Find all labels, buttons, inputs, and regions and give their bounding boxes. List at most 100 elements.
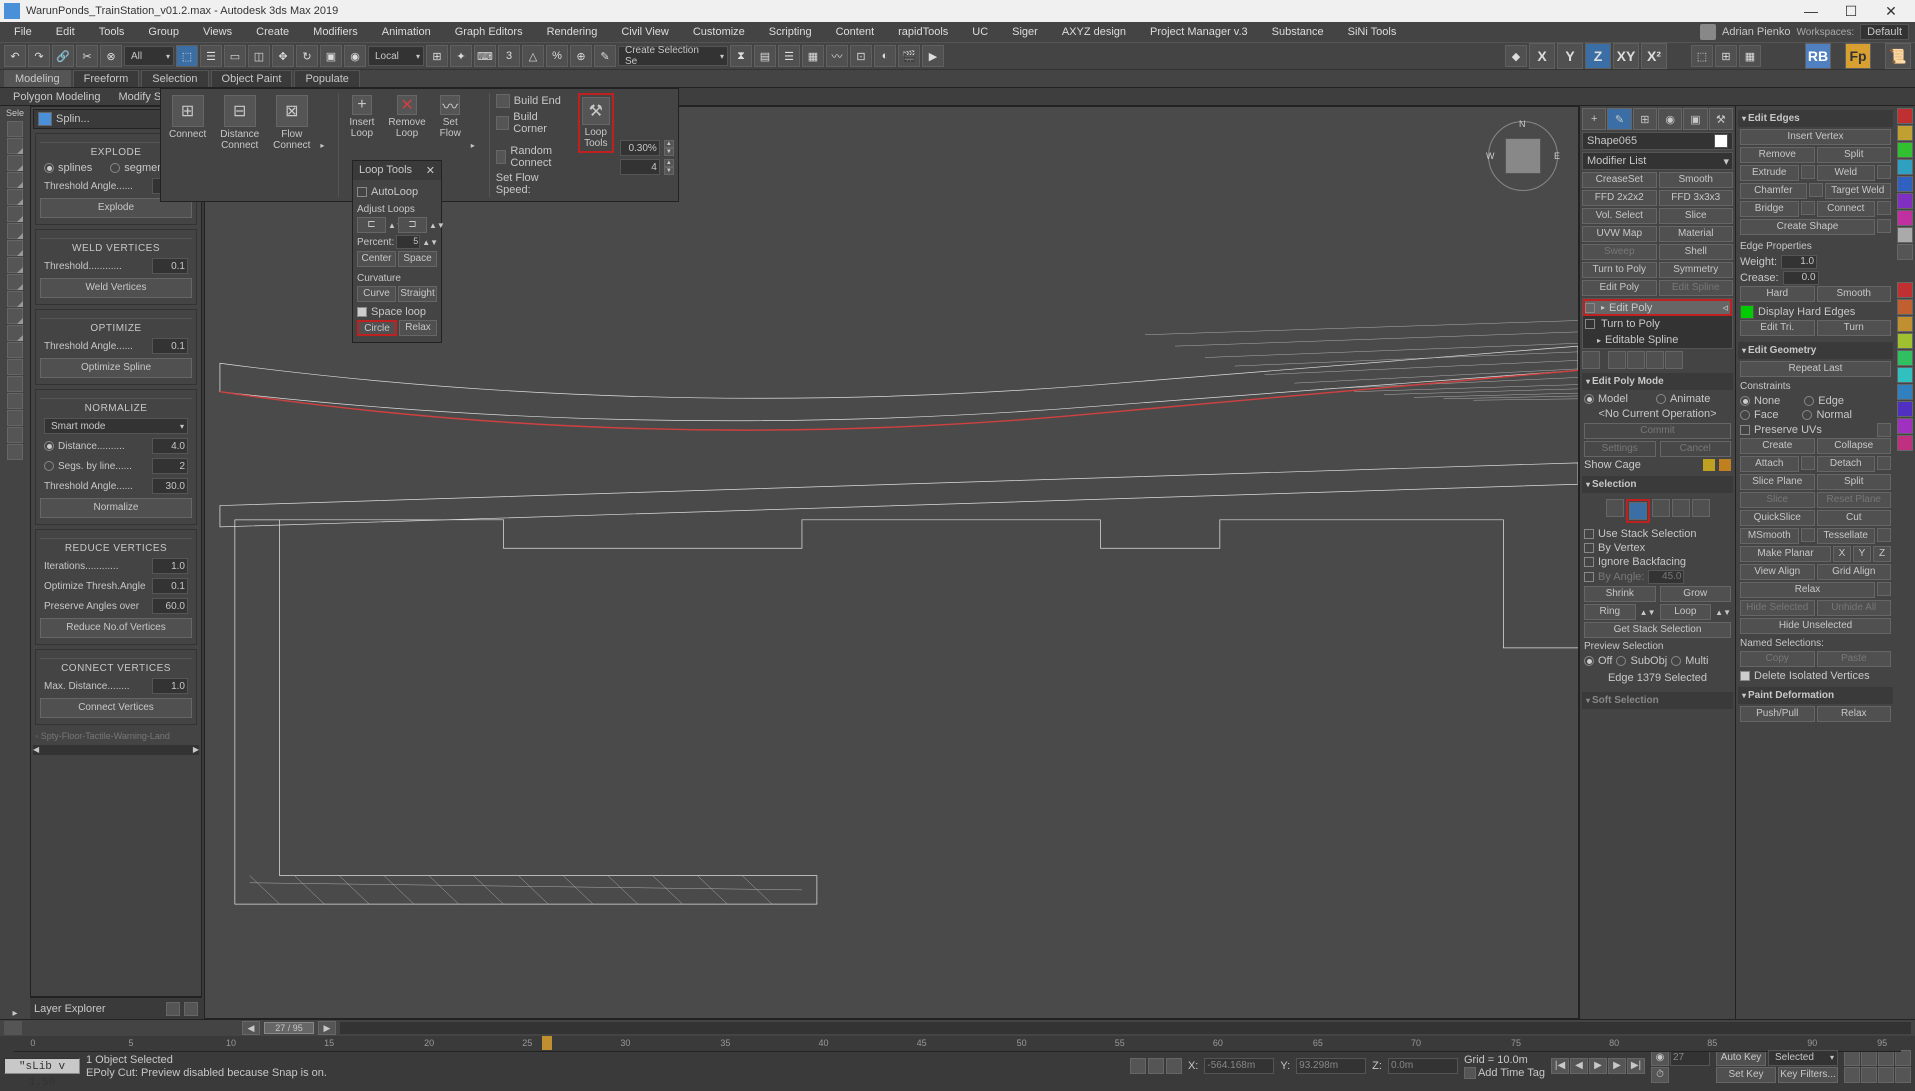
left-tool-14[interactable] — [7, 359, 23, 375]
create-shape-button[interactable]: Create Shape — [1740, 219, 1875, 235]
axis-z-button[interactable]: Z — [1585, 43, 1611, 69]
splines-radio[interactable] — [44, 163, 54, 173]
snap-2d-button[interactable]: 3 — [498, 45, 520, 67]
create-button[interactable]: Create — [1740, 438, 1815, 454]
autoloop-checkbox[interactable] — [357, 187, 367, 197]
misc-tool-3[interactable]: ⊞ — [1715, 45, 1737, 67]
model-radio[interactable] — [1584, 394, 1594, 404]
modify-tab[interactable]: ✎ — [1607, 108, 1631, 130]
tab-freeform[interactable]: Freeform — [73, 70, 140, 87]
left-tool-2[interactable] — [7, 155, 23, 171]
named-selection-dropdown[interactable]: Create Selection Se — [618, 46, 728, 66]
max-distance-spinner[interactable]: 1.0 — [152, 678, 188, 694]
menu-animation[interactable]: Animation — [374, 24, 439, 40]
menu-uc[interactable]: UC — [964, 24, 996, 40]
align-button[interactable]: ▤ — [754, 45, 776, 67]
distance-spinner[interactable]: 4.0 — [152, 438, 188, 454]
edit-geom-rollout[interactable]: Edit Geometry — [1738, 342, 1893, 359]
percent-snap-button[interactable]: % — [546, 45, 568, 67]
relax-settings[interactable] — [1877, 582, 1891, 596]
slice-mod-button[interactable]: Slice — [1659, 208, 1734, 224]
turntopoly-button[interactable]: Turn to Poly — [1582, 262, 1657, 278]
play-button[interactable]: ▶ — [1589, 1058, 1607, 1074]
minimize-button[interactable]: — — [1791, 3, 1831, 19]
extrude-button[interactable]: Extrude — [1740, 165, 1799, 181]
spinner-snap-button[interactable]: ⊕ — [570, 45, 592, 67]
segs-spinner[interactable]: 2 — [152, 458, 188, 474]
constraint-edge[interactable] — [1804, 396, 1814, 406]
shell-button[interactable]: Shell — [1659, 244, 1734, 260]
set-key-button[interactable]: Set Key — [1716, 1067, 1776, 1083]
color-swatch-2-5[interactable] — [1897, 350, 1913, 366]
creaseset-button[interactable]: CreaseSet — [1582, 172, 1657, 188]
create-tab[interactable]: + — [1582, 108, 1606, 130]
nav-8[interactable] — [1895, 1067, 1911, 1083]
render-setup-button[interactable]: 🎬 — [898, 45, 920, 67]
grid-align-button[interactable]: Grid Align — [1817, 564, 1892, 580]
smooth-mod-button[interactable]: Smooth — [1659, 172, 1734, 188]
time-track[interactable] — [340, 1022, 1911, 1034]
uvwmap-button[interactable]: UVW Map — [1582, 226, 1657, 242]
preview-subobj-radio[interactable] — [1616, 656, 1626, 666]
ffd3x3x3-button[interactable]: FFD 3x3x3 — [1659, 190, 1734, 206]
planar-x[interactable]: X — [1833, 546, 1851, 562]
constraint-none[interactable] — [1740, 396, 1750, 406]
prev-key-button[interactable]: ◀ — [1570, 1058, 1588, 1074]
nav-7[interactable] — [1878, 1067, 1894, 1083]
bridge-settings[interactable] — [1801, 201, 1815, 215]
window-crossing-button[interactable]: ◫ — [248, 45, 270, 67]
abs-rel-button[interactable] — [1166, 1058, 1182, 1074]
pin-stack-button[interactable] — [1582, 351, 1600, 369]
space-loop-checkbox[interactable] — [357, 307, 367, 317]
left-tool-12[interactable] — [7, 325, 23, 341]
select-object-button[interactable]: ⬚ — [176, 45, 198, 67]
attach-button[interactable]: Attach — [1740, 456, 1799, 472]
display-tab[interactable]: ▣ — [1683, 108, 1707, 130]
left-tool-6[interactable] — [7, 223, 23, 239]
selection-rollout[interactable]: Selection — [1582, 476, 1733, 493]
goto-start-button[interactable]: |◀ — [1551, 1058, 1569, 1074]
ignore-backfacing-check[interactable] — [1584, 557, 1594, 567]
iterations-spinner[interactable]: 1.0 — [152, 558, 188, 574]
mod-edit-poly[interactable]: ▸Edit Poly◃ — [1583, 299, 1732, 316]
left-tool-10[interactable] — [7, 291, 23, 307]
loop-button[interactable]: Loop — [1660, 604, 1712, 620]
menu-create[interactable]: Create — [248, 24, 297, 40]
edge-subobj[interactable] — [1629, 502, 1647, 520]
adjust-right-button[interactable]: ⊐ — [398, 217, 427, 233]
sweep-button[interactable]: Sweep — [1582, 244, 1657, 260]
select-move-button[interactable]: ✥ — [272, 45, 294, 67]
menu-modifiers[interactable]: Modifiers — [305, 24, 366, 40]
left-tool-9[interactable] — [7, 274, 23, 290]
split-geom-button[interactable]: Split — [1817, 474, 1892, 490]
unlink-button[interactable]: ✂ — [76, 45, 98, 67]
cut-button[interactable]: Cut — [1817, 510, 1892, 526]
reset-plane-button[interactable]: Reset Plane — [1817, 492, 1892, 508]
left-tool-4[interactable] — [7, 189, 23, 205]
weld-thresh-spinner[interactable]: 0.1 — [152, 258, 188, 274]
grow-button[interactable]: Grow — [1660, 586, 1732, 602]
connect-edge-button[interactable]: Connect — [1817, 201, 1876, 217]
volselect-button[interactable]: Vol. Select — [1582, 208, 1657, 224]
time-config-button[interactable] — [4, 1021, 22, 1035]
layer-explorer-bar[interactable]: Layer Explorer — [30, 997, 202, 1019]
shrink-button[interactable]: Shrink — [1584, 586, 1656, 602]
ribbon-connect[interactable]: ⊞ Connect — [165, 93, 210, 197]
color-swatch-pink[interactable] — [1897, 210, 1913, 226]
smooth-button[interactable]: Smooth — [1817, 286, 1892, 302]
cage-color-2[interactable] — [1719, 459, 1731, 471]
angle-snap-button[interactable]: △ — [522, 45, 544, 67]
planar-z[interactable]: Z — [1873, 546, 1891, 562]
delete-iso-check[interactable] — [1740, 671, 1750, 681]
smart-mode-dropdown[interactable]: Smart mode — [44, 418, 188, 434]
object-name-field[interactable]: Shape065 — [1582, 132, 1733, 150]
animate-radio[interactable] — [1656, 394, 1666, 404]
tab-object-paint[interactable]: Object Paint — [211, 70, 293, 87]
create-shape-settings[interactable] — [1877, 219, 1891, 233]
weld-button[interactable]: Weld — [1817, 165, 1876, 181]
tab-selection[interactable]: Selection — [141, 70, 208, 87]
soft-selection-rollout[interactable]: Soft Selection — [1582, 692, 1733, 709]
user-icon[interactable] — [1700, 24, 1716, 40]
adjust-left-button[interactable]: ⊏ — [357, 217, 386, 233]
weld-vertices-button[interactable]: Weld Vertices — [40, 278, 192, 298]
